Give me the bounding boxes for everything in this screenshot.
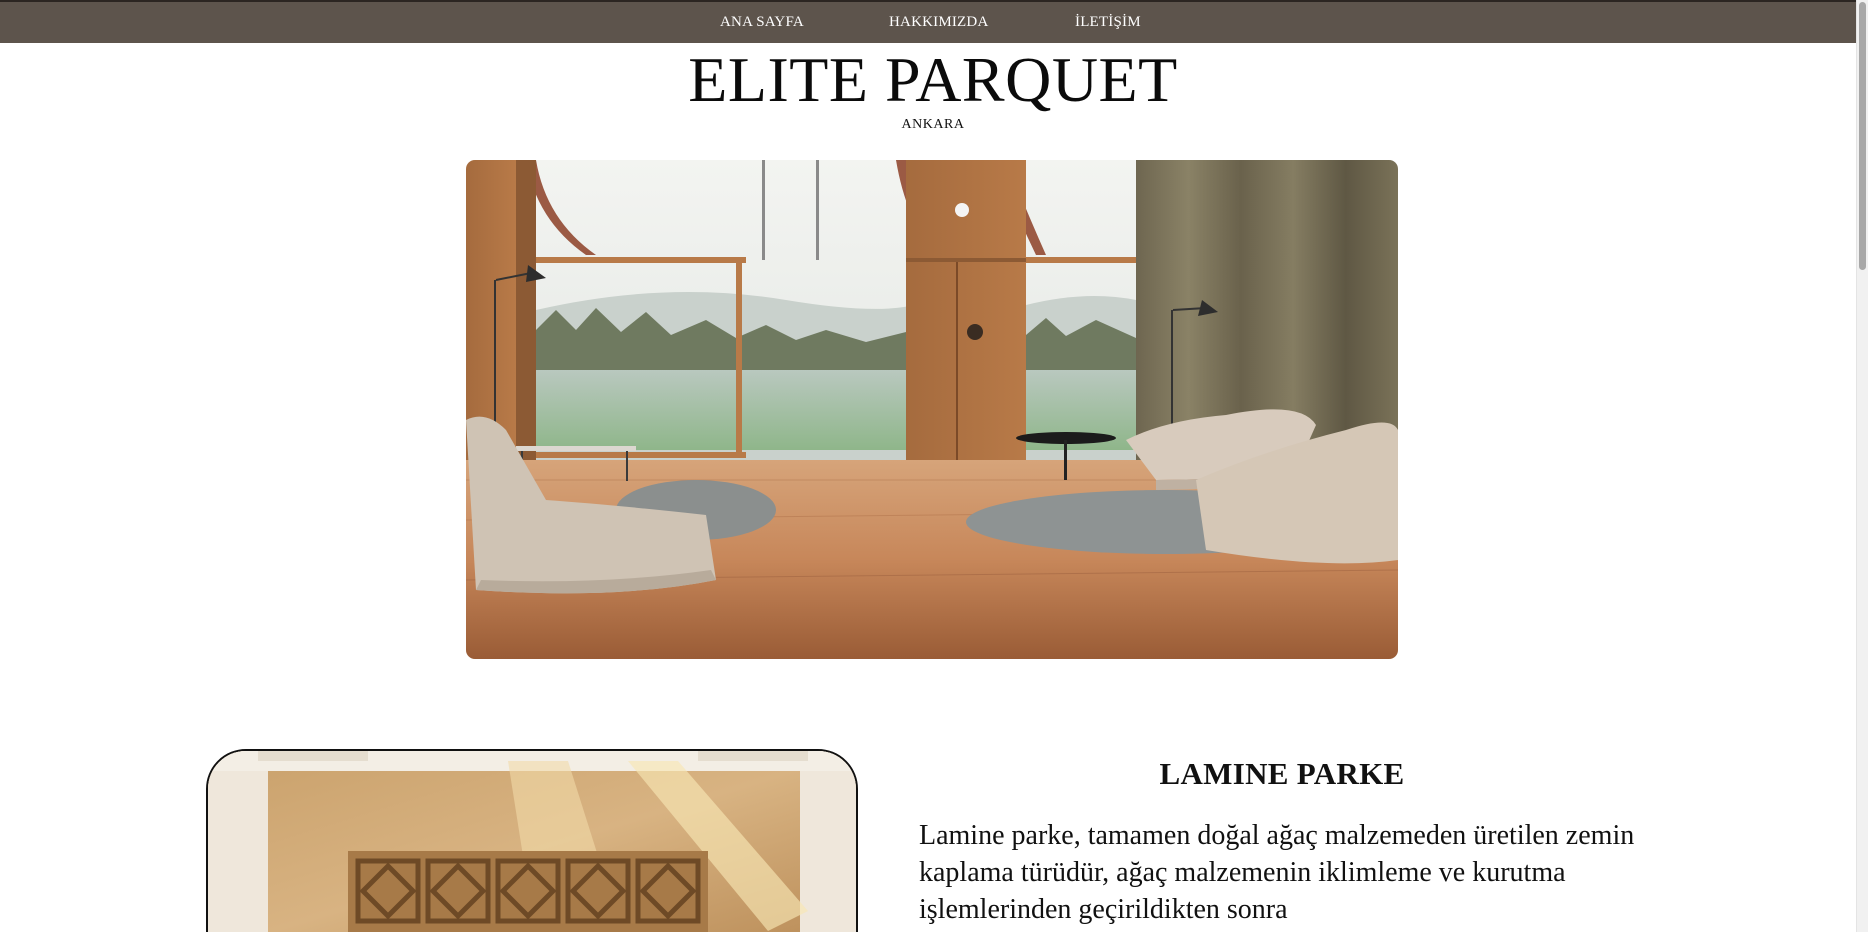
site-title: ELITE PARQUET xyxy=(688,44,1178,115)
section-description: Lamine parke, tamamen doğal ağaç malzeme… xyxy=(919,820,1635,925)
scrollbar-thumb[interactable] xyxy=(1859,2,1866,270)
section-title: LAMINE PARKE xyxy=(1159,756,1405,791)
hero-image xyxy=(466,160,1398,659)
site-subtitle-city: ANKARA xyxy=(901,117,965,132)
nav-link-about[interactable]: HAKKIMIZDA xyxy=(889,14,989,31)
parquet-floor-image xyxy=(206,749,858,932)
page-scrollbar[interactable] xyxy=(1856,0,1868,932)
page: ANA SAYFA HAKKIMIZDA İLETİŞİM ELITE PARQ… xyxy=(0,0,1868,932)
top-navbar: ANA SAYFA HAKKIMIZDA İLETİŞİM xyxy=(0,0,1866,43)
nav-link-home[interactable]: ANA SAYFA xyxy=(720,14,804,31)
nav-link-contact[interactable]: İLETİŞİM xyxy=(1075,14,1141,31)
